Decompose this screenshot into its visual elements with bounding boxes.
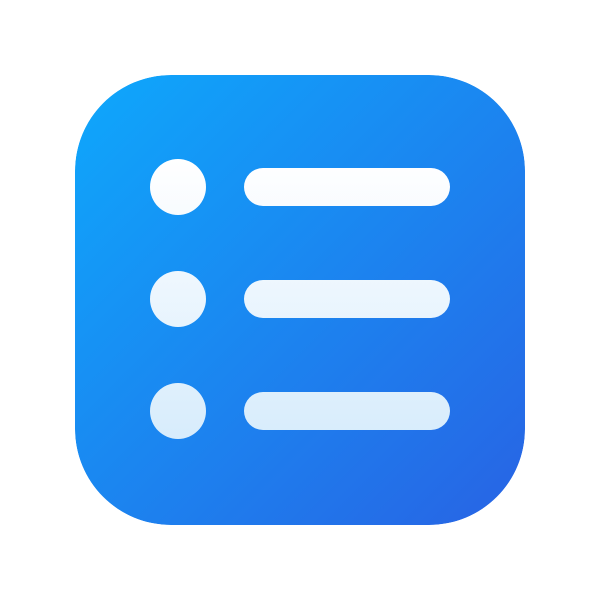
list-line-bar [244,280,450,318]
list-rows [150,159,450,439]
list-bullet-dot [150,271,206,327]
list-bullet-dot [150,159,206,215]
list-line-bar [244,392,450,430]
icon-canvas [0,0,600,600]
list-line-bar [244,168,450,206]
list-app-icon [75,75,525,525]
list-bullet-dot [150,383,206,439]
list-icon [75,75,525,525]
